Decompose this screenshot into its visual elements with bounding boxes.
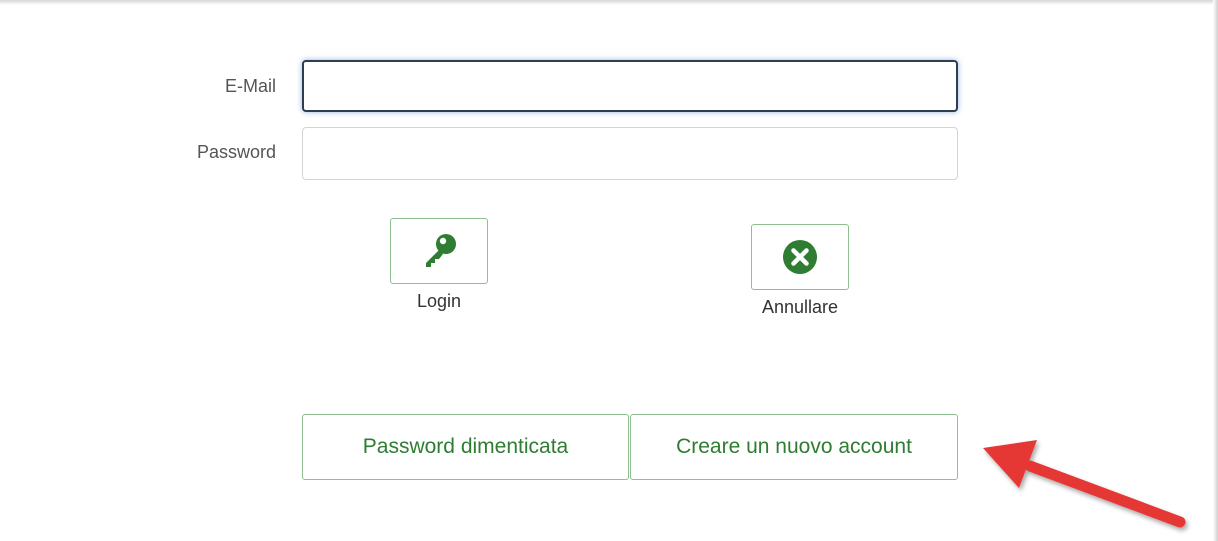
- key-icon: [426, 234, 456, 267]
- email-label: E-Mail: [224, 76, 276, 96]
- frame-top-edge: [0, 0, 1218, 5]
- forgot-password-button[interactable]: Password dimenticata: [302, 414, 629, 480]
- login-button[interactable]: [390, 218, 488, 284]
- arrow-icon: [983, 440, 1186, 528]
- close-circle-icon: [783, 240, 817, 274]
- cancel-label: Annullare: [761, 297, 839, 317]
- password-label: Password: [196, 142, 276, 162]
- password-field[interactable]: [302, 127, 958, 180]
- login-page: E-Mail Password Login Annullare Password…: [0, 0, 1218, 541]
- cancel-button[interactable]: [751, 224, 849, 290]
- frame-right-edge: [1213, 0, 1218, 541]
- email-field[interactable]: [302, 60, 958, 112]
- login-label: Login: [416, 291, 462, 311]
- create-account-button[interactable]: Creare un nuovo account: [630, 414, 958, 480]
